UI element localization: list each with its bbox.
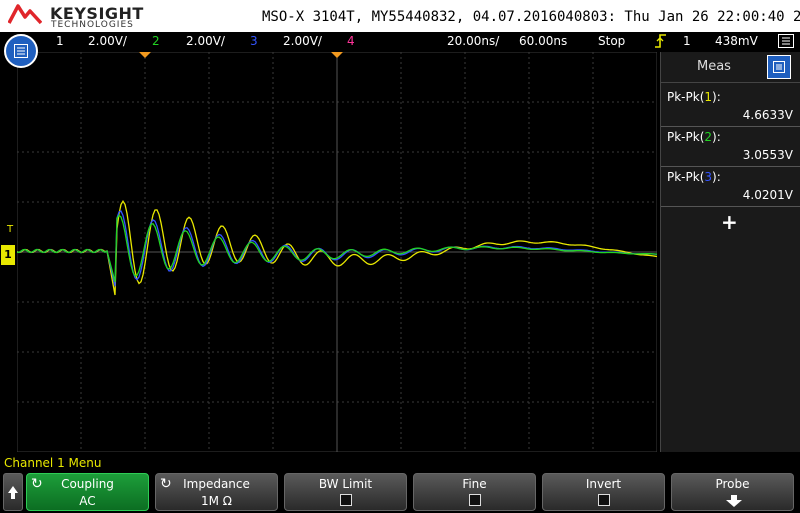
meas-item-pkpk-3[interactable]: Pk-Pk(3): 4.0201V — [661, 166, 800, 207]
impedance-softkey[interactable]: ↻ Impedance 1M Ω — [155, 473, 278, 511]
coupling-softkey[interactable]: ↻ Coupling AC — [26, 473, 149, 511]
meas-value: 4.0201V — [742, 188, 793, 202]
device-info: MSO-X 3104T, MY55440832, 04.07.201604080… — [262, 9, 800, 25]
ch1-ground-marker[interactable]: 1 — [1, 245, 15, 265]
timebase-scale[interactable]: 20.00ns/ — [447, 34, 499, 48]
waveform-display[interactable] — [17, 52, 657, 452]
title-bar: KEYSIGHT TECHNOLOGIES MSO-X 3104T, MY554… — [0, 0, 800, 32]
main-menu-icon[interactable] — [778, 34, 794, 51]
meas-item-pkpk-1[interactable]: Pk-Pk(1): 4.6633V — [661, 86, 800, 127]
menu-toggle-button[interactable] — [4, 34, 38, 68]
ch1-number[interactable]: 1 — [56, 34, 64, 48]
meas-header: Meas — [661, 52, 800, 83]
meas-value: 3.0553V — [742, 148, 793, 162]
fine-checkbox[interactable] — [469, 494, 481, 506]
trigger-edge-icon — [654, 33, 668, 52]
ch3-scale[interactable]: 2.00V/ — [283, 34, 322, 48]
ch3-number[interactable]: 3 — [250, 34, 258, 48]
keysight-wave-icon — [8, 4, 42, 25]
invert-checkbox[interactable] — [598, 494, 610, 506]
back-button[interactable] — [3, 473, 23, 511]
meas-title: Meas — [697, 59, 731, 74]
trigger-level[interactable]: 438mV — [715, 34, 758, 48]
softkey-menu-title: Channel 1 Menu — [4, 456, 102, 470]
bw-limit-softkey[interactable]: BW Limit — [284, 473, 407, 511]
ch1-scale[interactable]: 2.00V/ — [88, 34, 127, 48]
brand-sub: TECHNOLOGIES — [51, 20, 134, 30]
down-arrow-icon — [726, 495, 742, 507]
run-state[interactable]: Stop — [598, 34, 625, 48]
add-measurement-button[interactable]: + — [721, 210, 738, 234]
trigger-position-marker — [139, 52, 151, 58]
horizontal-delay[interactable]: 60.00ns — [519, 34, 567, 48]
list-icon — [14, 44, 28, 58]
meas-item-pkpk-2[interactable]: Pk-Pk(2): 3.0553V — [661, 126, 800, 167]
meas-menu-icon[interactable] — [767, 55, 791, 79]
ch4-number[interactable]: 4 — [347, 34, 355, 48]
status-bar: 1 2.00V/ 2 2.00V/ 3 2.00V/ 4 20.00ns/ 60… — [0, 32, 800, 52]
trigger-level-marker[interactable]: T — [7, 224, 13, 235]
meas-value: 4.6633V — [742, 108, 793, 122]
probe-softkey[interactable]: Probe — [671, 473, 794, 511]
bw-limit-checkbox[interactable] — [340, 494, 352, 506]
invert-softkey[interactable]: Invert — [542, 473, 665, 511]
fine-softkey[interactable]: Fine — [413, 473, 536, 511]
delay-marker — [331, 52, 343, 58]
measurements-panel: Meas Pk-Pk(1): 4.6633V Pk-Pk(2): 3.0553V… — [660, 52, 800, 452]
up-arrow-icon — [8, 486, 18, 499]
ch2-scale[interactable]: 2.00V/ — [186, 34, 225, 48]
softkey-bar: Channel 1 Menu ↻ Coupling AC ↻ Impedance… — [0, 452, 800, 512]
ch2-number[interactable]: 2 — [152, 34, 160, 48]
trigger-channel[interactable]: 1 — [683, 34, 691, 48]
